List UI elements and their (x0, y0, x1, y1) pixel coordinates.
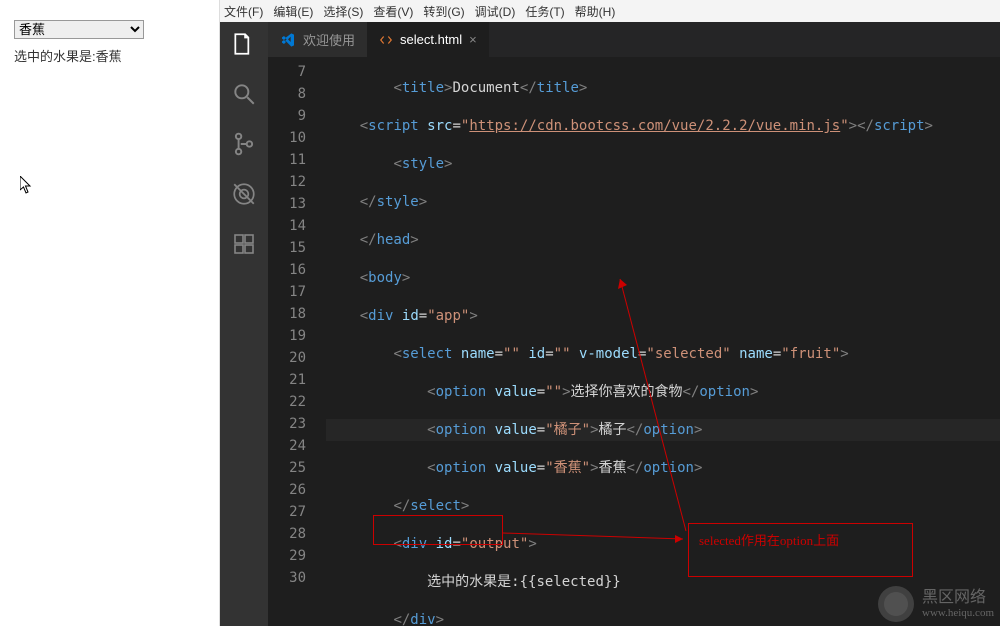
code-editor[interactable]: 7891011121314151617181920212223242526272… (268, 57, 1000, 626)
output-text: 选中的水果是:香蕉 (14, 47, 205, 68)
watermark: 黑区网络 www.heiqu.com (878, 586, 994, 622)
tab-bar: 欢迎使用 select.html × (268, 22, 1000, 57)
tab-welcome[interactable]: 欢迎使用 (268, 22, 367, 57)
menu-edit[interactable]: 编辑(E) (273, 3, 313, 20)
menu-bar: 文件(F) 编辑(E) 选择(S) 查看(V) 转到(G) 调试(D) 任务(T… (220, 0, 1000, 22)
close-tab-icon[interactable]: × (469, 32, 477, 47)
menu-view[interactable]: 查看(V) (373, 3, 413, 20)
line-gutter: 7891011121314151617181920212223242526272… (268, 57, 326, 626)
fruit-select[interactable]: 香蕉 (14, 20, 144, 39)
tab-select-html[interactable]: select.html × (367, 22, 489, 57)
extensions-icon[interactable] (230, 230, 258, 258)
menu-select[interactable]: 选择(S) (323, 3, 363, 20)
menu-tasks[interactable]: 任务(T) (525, 3, 564, 20)
menu-help[interactable]: 帮助(H) (575, 3, 616, 20)
source-control-icon[interactable] (230, 130, 258, 158)
explorer-icon[interactable] (230, 30, 258, 58)
annotation-callout: selected作用在option上面 (688, 523, 913, 577)
vscode-editor: 文件(F) 编辑(E) 选择(S) 查看(V) 转到(G) 调试(D) 任务(T… (220, 0, 1000, 626)
mouse-cursor-icon (20, 176, 32, 194)
menu-file[interactable]: 文件(F) (224, 3, 263, 20)
search-icon[interactable] (230, 80, 258, 108)
vscode-icon (280, 32, 296, 48)
activity-bar (220, 22, 268, 626)
html-file-icon (379, 33, 393, 47)
menu-debug[interactable]: 调试(D) (475, 3, 516, 20)
watermark-logo-icon (878, 586, 914, 622)
annotation-highlight-box (373, 515, 503, 545)
browser-preview-pane: 香蕉 选中的水果是:香蕉 (0, 0, 220, 626)
menu-goto[interactable]: 转到(G) (423, 3, 464, 20)
debug-icon[interactable] (230, 180, 258, 208)
